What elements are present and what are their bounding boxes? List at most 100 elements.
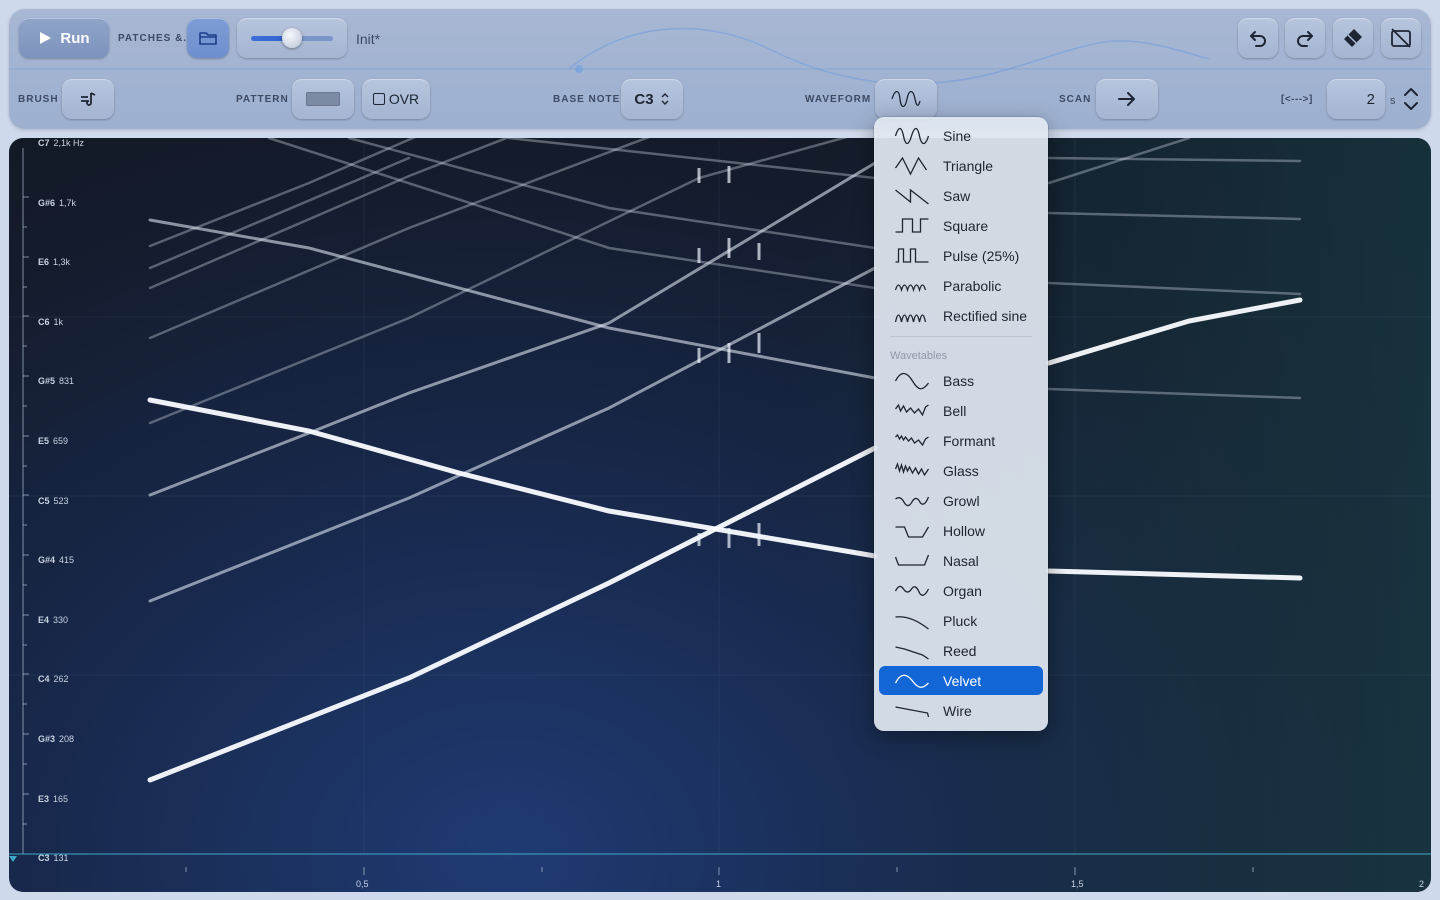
waveform-option-square[interactable]: Square [879,211,1043,240]
reed-wave-icon [895,645,929,660]
waveform-option-parabolic[interactable]: Parabolic [879,271,1043,300]
waveform-button[interactable] [875,79,937,119]
waveform-option-wire[interactable]: Wire [879,696,1043,725]
waveform-option-label: Velvet [943,672,982,689]
waveform-option-label: Formant [943,432,996,449]
waveform-option-bass[interactable]: Bass [879,366,1043,395]
ovr-checkbox[interactable] [372,93,385,105]
waveform-option-label: Hollow [943,522,986,539]
frequency-label: E5 659 [38,436,69,446]
wire-wave-icon [895,705,930,717]
main-stroke-ascending-right [1046,297,1303,366]
waveform-option-growl[interactable]: Growl [879,486,1043,515]
waveform-option-pluck[interactable]: Pluck [879,606,1043,635]
duration-stepper[interactable] [1402,86,1420,117]
volume-slider-knob[interactable] [282,28,302,48]
duration-unit: s [1390,95,1396,107]
harmonic-stroke [1047,387,1302,400]
rectified-sine-icon [894,313,927,322]
waveform-option-label: Wire [943,702,972,719]
base-note-select[interactable]: C3 [621,79,683,119]
time-label: 0,5 [356,879,369,889]
toolbar: Run PATCHES &. Init* BRUSH PATTERN OVR B… [9,9,1431,129]
growl-wave-icon [895,496,930,506]
formant-wave-icon [895,433,929,446]
volume-slider[interactable] [237,18,347,58]
harmonic-stroke [148,138,650,340]
bass-wave-icon [894,372,930,389]
brush-label: BRUSH [18,94,59,105]
run-button[interactable]: Run [19,18,109,58]
waveform-option-bell[interactable]: Bell [879,396,1043,425]
waveform-option-reed[interactable]: Reed [879,636,1043,665]
undo-button[interactable] [1238,18,1278,58]
waveform-option-label: Glass [943,462,979,479]
open-patches-button[interactable] [187,18,229,58]
pattern-button[interactable] [292,79,354,119]
waveform-option-nasal[interactable]: Nasal [879,546,1043,575]
brush-button[interactable] [62,79,114,119]
folder-icon [199,32,217,45]
harmonic-stroke [148,266,877,603]
harmonic-stroke [1047,156,1302,163]
velvet-wave-icon [894,674,929,688]
waveform-option-glass[interactable]: Glass [879,456,1043,485]
frequency-label: G#3 208 [38,734,75,744]
waveform-option-rectified-sine[interactable]: Rectified sine [879,301,1043,330]
waveform-option-hollow[interactable]: Hollow [879,516,1043,545]
waveform-option-label: Pluck [943,612,978,629]
waveform-option-label: Triangle [943,157,994,174]
harmonic-stroke [148,156,411,270]
waveform-option-formant[interactable]: Formant [879,426,1043,455]
waveform-option-label: Nasal [943,552,979,569]
playhead-marker[interactable] [9,856,17,862]
duration-input[interactable]: 2 [1327,79,1385,119]
frequency-label: C7 2,1k Hz [38,138,85,148]
waveform-option-pulse-25[interactable]: Pulse (25%) [879,241,1043,270]
sine-wave-icon [894,127,930,144]
frequency-label: E3 165 [38,793,69,804]
harmonic-stroke [148,161,877,497]
harmonic-stroke [1047,211,1302,221]
redo-icon [1297,31,1313,47]
waveform-option-label: Saw [943,187,971,204]
waveform-option-label: Pulse (25%) [943,247,1020,264]
harmonic-stroke [148,218,877,380]
clear-canvas-button[interactable] [1381,18,1421,58]
main-stroke-descending [147,397,878,559]
waveform-option-label: Bass [943,372,975,389]
harmonic-stroke [347,138,877,250]
waveform-option-triangle[interactable]: Triangle [879,151,1043,180]
organ-wave-icon [894,585,930,596]
harmonic-stroke [1047,281,1302,296]
undo-icon [1250,31,1266,47]
spectrogram-canvas[interactable]: C7 2,1k Hz G#6 1,7k E6 1,3k C6 1k G#5 831 E5 659 C5 5… [9,138,1431,892]
pattern-swatch [306,92,340,106]
stepper-chevrons-icon [1404,88,1418,110]
wavetables-section-title: Wavetables [890,350,948,362]
base-note-label: BASE NOTE [553,94,621,105]
frequency-label: G#4 415 [38,555,75,566]
triangle-wave-icon [894,156,928,175]
waveform-option-velvet[interactable]: Velvet [879,666,1043,695]
scan-direction-button[interactable] [1096,79,1158,119]
ovr-toggle[interactable]: OVR [362,79,430,119]
scan-label: SCAN [1059,94,1092,105]
waveform-option-saw[interactable]: Saw [879,181,1043,210]
waveform-option-label: Reed [943,642,977,659]
clear-canvas-icon [1391,28,1411,48]
eraser-button[interactable] [1333,18,1373,58]
range-label: [<--->] [1281,94,1313,105]
redo-button[interactable] [1285,18,1325,58]
hollow-wave-icon [895,525,930,538]
patch-name: Init* [356,31,381,47]
pluck-wave-icon [895,615,929,630]
drawing-layer[interactable] [9,138,1431,892]
frequency-label: C6 1k [38,316,64,327]
saw-wave-icon [895,188,929,205]
time-label: 2 [1419,879,1425,889]
bell-wave-icon [894,403,929,416]
waveform-option-organ[interactable]: Organ [879,576,1043,605]
waveform-menu: Wavetables Sine Triangle Saw Square Pulse (2… [874,117,1048,731]
waveform-option-sine[interactable]: Sine [879,121,1043,150]
